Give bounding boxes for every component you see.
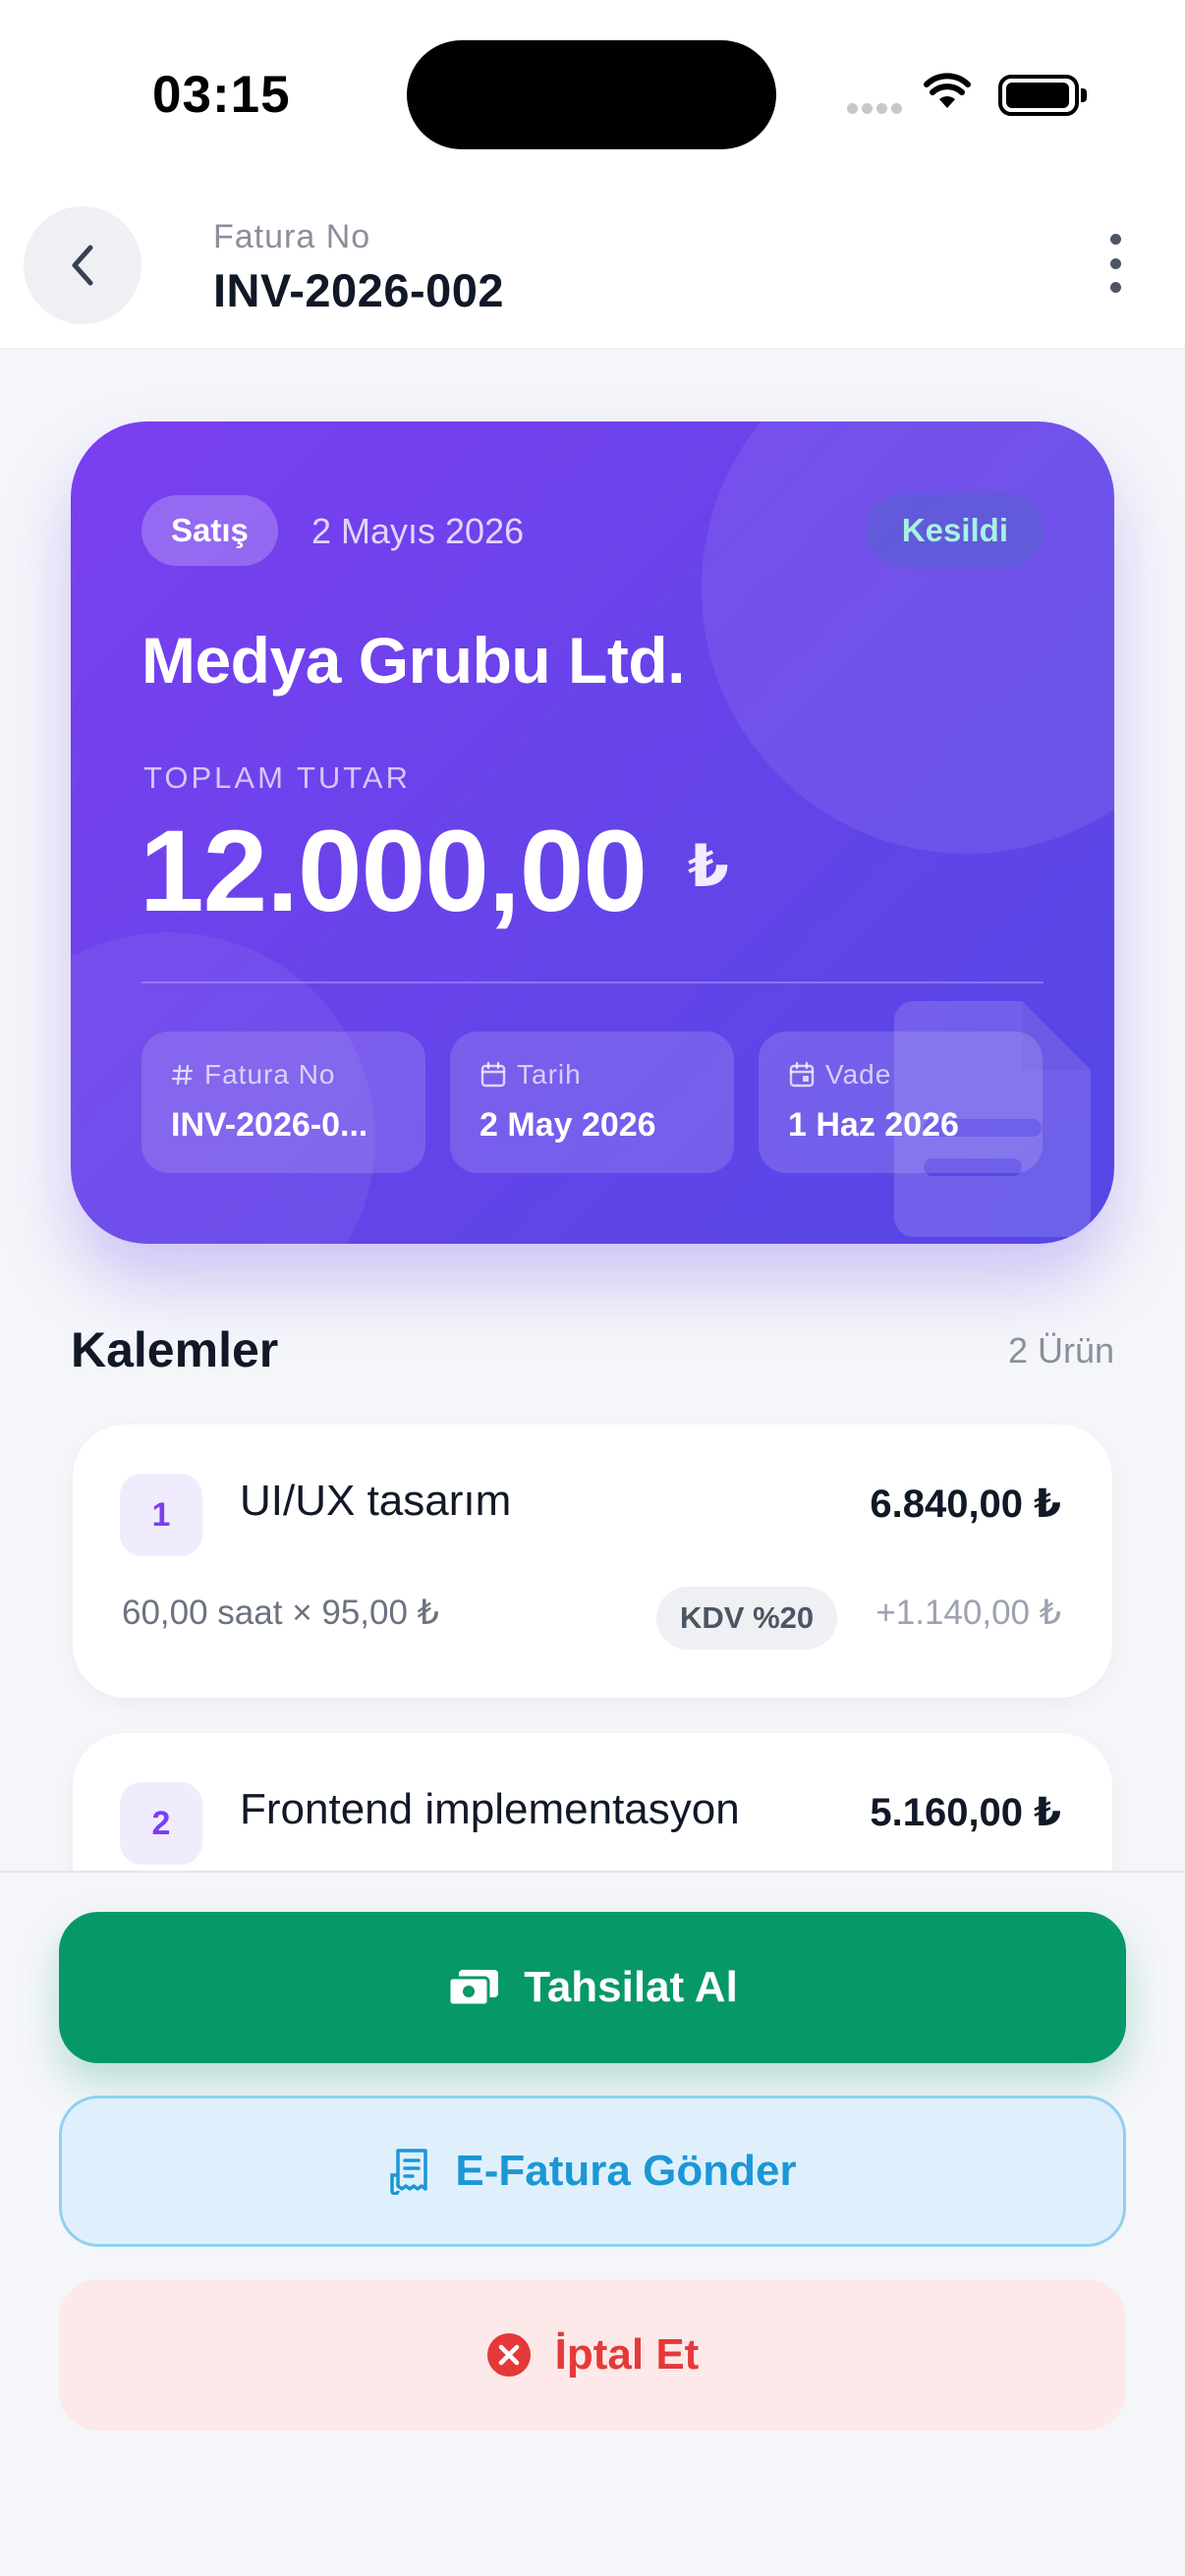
item-amount: 6.840,00 ₺ <box>870 1483 1061 1526</box>
send-einvoice-button[interactable]: E-Fatura Gönder <box>59 2096 1126 2247</box>
battery-icon <box>998 75 1087 116</box>
action-panel: Tahsilat Al E-Fatura Gönder İptal Et <box>0 1871 1185 2576</box>
status-bar: 03:15 <box>0 0 1185 187</box>
info-label: Vade <box>825 1059 892 1090</box>
total-label: TOPLAM TUTAR <box>143 760 411 795</box>
info-label: Tarih <box>517 1059 582 1090</box>
invoice-date: 2 Mayıs 2026 <box>311 511 525 551</box>
cash-icon <box>447 1970 499 2007</box>
button-label: İptal Et <box>554 2330 700 2379</box>
wifi-icon <box>924 73 971 115</box>
info-value: 2 May 2026 <box>480 1106 656 1144</box>
calendar-due-icon <box>789 1061 815 1088</box>
vat-amount: +1.140,00 ₺ <box>875 1594 1061 1632</box>
top-header: Fatura No INV-2026-002 <box>0 187 1185 350</box>
button-label: Tahsilat Al <box>524 1963 738 2011</box>
signal-icon <box>847 101 906 119</box>
invoice-type-badge: Satış <box>141 495 278 566</box>
item-amount: 5.160,00 ₺ <box>870 1791 1061 1834</box>
item-count: 2 Ürün <box>1007 1330 1114 1371</box>
customer-name: Medya Grubu Ltd. <box>141 624 686 697</box>
info-value: INV-2026-0... <box>171 1106 368 1144</box>
total-amount: 12.000,00 <box>140 807 648 936</box>
dynamic-island <box>407 40 776 149</box>
info-invoice-number: Fatura No INV-2026-0... <box>141 1032 425 1173</box>
receipt-icon <box>390 2149 428 2195</box>
hash-icon <box>171 1064 194 1086</box>
item-name: Frontend implementasyon <box>240 1785 740 1833</box>
item-name: UI/UX tasarım <box>240 1477 512 1525</box>
currency-symbol: ₺ <box>688 833 729 899</box>
line-item-card[interactable]: 1 UI/UX tasarım 6.840,00 ₺ 60,00 saat × … <box>73 1425 1112 1698</box>
more-options-button[interactable] <box>1091 234 1140 293</box>
info-due-date: Vade 1 Haz 2026 <box>759 1032 1043 1173</box>
item-quantity: 60,00 saat × 95,00 ₺ <box>122 1594 439 1632</box>
status-time: 03:15 <box>152 66 291 124</box>
calendar-icon <box>480 1061 506 1088</box>
vat-badge: KDV %20 <box>656 1587 838 1650</box>
invoice-summary-card: Satış 2 Mayıs 2026 Kesildi Medya Grubu L… <box>71 421 1114 1244</box>
decorative-circle <box>702 421 1114 854</box>
back-button[interactable] <box>24 206 141 324</box>
collect-payment-button[interactable]: Tahsilat Al <box>59 1912 1126 2063</box>
info-date: Tarih 2 May 2026 <box>450 1032 734 1173</box>
cancel-invoice-button[interactable]: İptal Et <box>59 2279 1126 2431</box>
x-circle-icon <box>486 2333 531 2377</box>
button-label: E-Fatura Gönder <box>455 2147 797 2195</box>
item-index: 1 <box>120 1474 202 1556</box>
chevron-left-icon <box>72 245 93 286</box>
status-badge: Kesildi <box>866 493 1044 568</box>
header-label: Fatura No <box>213 218 371 255</box>
info-label: Fatura No <box>204 1059 336 1090</box>
more-vertical-icon <box>1109 234 1121 245</box>
info-value: 1 Haz 2026 <box>788 1106 959 1144</box>
section-title: Kalemler <box>71 1322 279 1377</box>
page-title: INV-2026-002 <box>213 264 505 316</box>
divider <box>141 981 1044 983</box>
item-index: 2 <box>120 1782 202 1865</box>
